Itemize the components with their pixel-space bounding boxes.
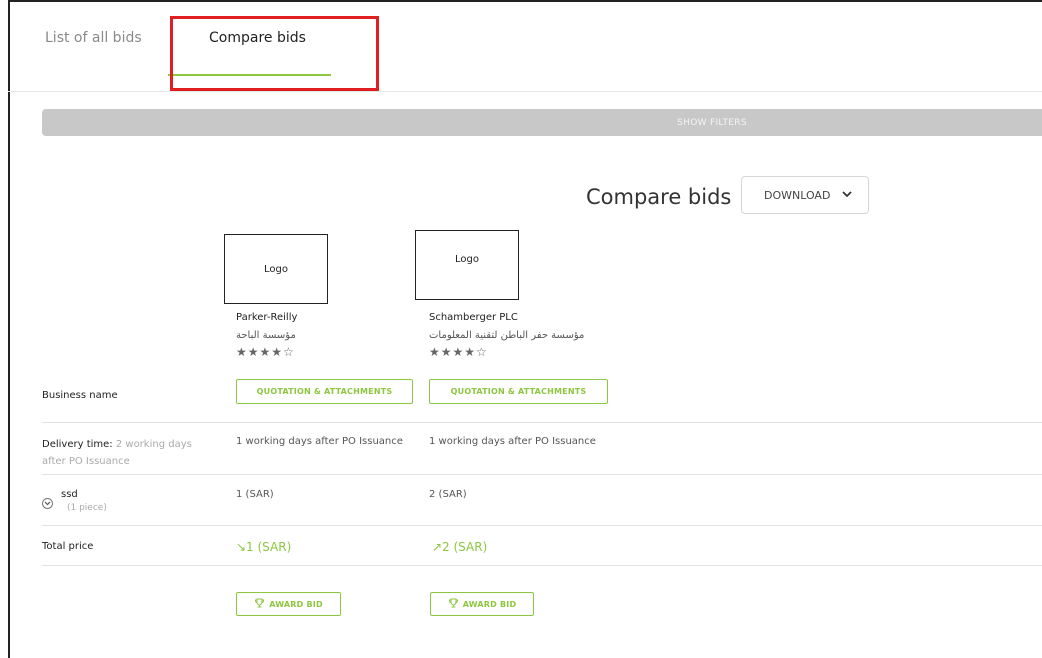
row-divider (42, 474, 1042, 475)
item-price-value: 2 (SAR) (429, 489, 467, 500)
highlight-annotation-box (170, 16, 379, 91)
delivery-time-label: Delivery time: 2 working days after PO I… (42, 436, 212, 470)
trophy-icon (254, 598, 265, 611)
delivery-time-value: 1 working days after PO Issuance (236, 436, 403, 447)
total-price-value: ↗2 (SAR) (432, 540, 488, 554)
bidder-name: Schamberger PLC (429, 312, 518, 323)
row-divider (42, 525, 1042, 526)
show-filters-label: SHOW FILTERS (677, 117, 747, 128)
rating-stars: ★★★★☆ (429, 345, 488, 359)
tab-list-of-all-bids[interactable]: List of all bids (45, 30, 142, 46)
chevron-down-icon (842, 190, 853, 201)
collapse-toggle-icon[interactable] (42, 498, 53, 509)
row-divider (42, 565, 1042, 566)
logo-placeholder-text: Logo (455, 253, 479, 265)
delivery-time-heading: Delivery time: (42, 439, 113, 450)
delivery-time-value: 1 working days after PO Issuance (429, 436, 596, 447)
rating-stars: ★★★★☆ (236, 345, 295, 359)
trophy-icon (448, 598, 459, 611)
award-bid-label: AWARD BID (462, 599, 517, 609)
bidder-name-arabic: مؤسسة حفر الباطن لتقنية المعلومات (429, 330, 585, 341)
bidder-name: Parker-Reilly (236, 312, 298, 323)
total-price-label: Total price (42, 541, 94, 552)
quotation-attachments-button[interactable]: QUOTATION & ATTACHMENTS (429, 379, 608, 404)
download-dropdown-button[interactable]: DOWNLOAD (741, 176, 869, 214)
bidder-logo: Logo (415, 230, 519, 300)
bidder-logo: Logo (224, 234, 328, 304)
award-bid-label: AWARD BID (269, 599, 323, 609)
tab-bar: List of all bids Compare bids (8, 0, 1042, 92)
item-name: ssd (61, 489, 78, 500)
award-bid-button[interactable]: AWARD BID (236, 592, 341, 616)
bidder-name-arabic: مؤسسة الباحة (236, 330, 296, 341)
show-filters-bar[interactable]: SHOW FILTERS (42, 109, 1042, 136)
item-price-value: 1 (SAR) (236, 489, 274, 500)
page-title: Compare bids (586, 185, 732, 209)
page-frame (8, 0, 1042, 658)
row-divider (42, 422, 1042, 423)
logo-placeholder-text: Logo (264, 263, 288, 275)
business-name-label: Business name (42, 390, 118, 401)
total-price-value: ↘1 (SAR) (236, 540, 292, 554)
award-bid-button[interactable]: AWARD BID (430, 592, 534, 616)
item-quantity: (1 piece) (67, 503, 107, 513)
quotation-attachments-button[interactable]: QUOTATION & ATTACHMENTS (236, 379, 413, 404)
download-label: DOWNLOAD (764, 188, 831, 202)
